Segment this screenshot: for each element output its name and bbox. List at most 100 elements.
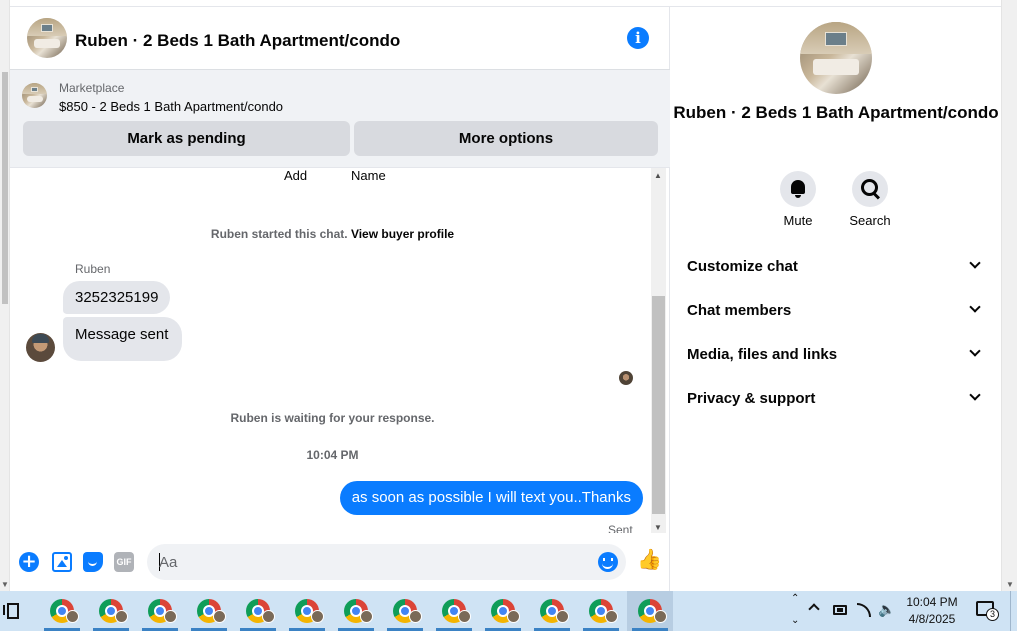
search-icon[interactable] — [852, 171, 888, 207]
scrollbar-thumb[interactable] — [652, 296, 665, 514]
show-desktop-button[interactable] — [1010, 591, 1017, 631]
taskbar-app-chrome[interactable] — [186, 591, 232, 631]
photo-icon[interactable] — [52, 552, 72, 572]
message-scrollbar[interactable]: ▲ ▼ — [651, 168, 666, 533]
profile-badge-icon — [556, 610, 569, 623]
taskbar-app-chrome[interactable] — [39, 591, 85, 631]
section-chat-members[interactable]: Chat members — [671, 289, 1001, 333]
panel-title: Ruben · 2 Beds 1 Bath Apartment/condo — [673, 103, 999, 122]
notification-count: 3 — [986, 608, 999, 621]
scroll-down-arrow-icon[interactable]: ▼ — [1, 580, 9, 589]
chevron-down-icon — [969, 345, 981, 357]
section-label: Customize chat — [687, 258, 798, 275]
profile-badge-icon — [409, 610, 422, 623]
bell-icon[interactable] — [780, 171, 816, 207]
profile-badge-icon — [507, 610, 520, 623]
taskbar-app-chrome[interactable] — [578, 591, 624, 631]
battery-icon[interactable] — [833, 605, 847, 615]
message-list: Add Name Ruben started this chat. View b… — [10, 168, 670, 533]
name-label[interactable]: Name — [351, 168, 386, 183]
chat-title[interactable]: Ruben · 2 Beds 1 Bath Apartment/condo — [75, 31, 400, 51]
scrollbar-thumb[interactable] — [2, 72, 8, 304]
chat-started-notice: Ruben started this chat. View buyer prof… — [10, 227, 655, 241]
scroll-up-arrow-icon[interactable]: ▲ — [654, 171, 662, 180]
chevron-down-icon[interactable]: ⌄ — [791, 615, 799, 626]
gif-icon[interactable]: GIF — [114, 552, 134, 572]
scroll-down-arrow-icon[interactable]: ▼ — [654, 523, 662, 532]
chevron-down-icon — [969, 389, 981, 401]
chat-panel: Ruben · 2 Beds 1 Bath Apartment/condo i … — [10, 7, 670, 591]
taskbar-clock[interactable]: 10:04 PM 4/8/2025 — [900, 594, 964, 628]
taskbar-app-chrome[interactable] — [431, 591, 477, 631]
chat-header: Ruben · 2 Beds 1 Bath Apartment/condo i — [10, 7, 670, 70]
search-button[interactable]: Search — [840, 171, 900, 228]
top-strip — [10, 0, 1001, 7]
outgoing-message[interactable]: as soon as possible I will text you..Tha… — [339, 481, 643, 515]
incoming-message[interactable]: 3252325199 — [63, 281, 171, 314]
taskbar-app-chrome[interactable] — [284, 591, 330, 631]
section-customize-chat[interactable]: Customize chat — [671, 245, 1001, 289]
chevron-up-icon[interactable]: ⌃ — [791, 593, 799, 604]
section-label: Media, files and links — [687, 346, 838, 363]
section-media-files-links[interactable]: Media, files and links — [671, 333, 1001, 377]
profile-badge-icon — [213, 610, 226, 623]
clock-date: 4/8/2025 — [908, 612, 956, 626]
info-icon[interactable]: i — [627, 27, 649, 49]
composer: + GIF 👍 — [10, 533, 670, 591]
listing-title[interactable]: $850 - 2 Beds 1 Bath Apartment/condo — [59, 99, 283, 114]
show-hidden-icons-icon[interactable] — [808, 603, 820, 615]
sender-name: Ruben — [75, 262, 111, 276]
message-input[interactable] — [159, 544, 579, 580]
section-label: Privacy & support — [687, 390, 816, 407]
clock-time: 10:04 PM — [906, 595, 958, 609]
page-scrollbar-left[interactable]: ▼ — [0, 0, 10, 591]
sticker-icon[interactable] — [83, 552, 103, 572]
scroll-down-arrow-icon[interactable]: ▼ — [1006, 580, 1014, 589]
taskbar-app-chrome[interactable] — [137, 591, 183, 631]
task-view-icon[interactable] — [3, 602, 19, 619]
search-label: Search — [849, 213, 891, 228]
listing-avatar-large[interactable] — [800, 22, 872, 94]
emoji-icon[interactable] — [598, 552, 618, 572]
taskbar-app-chrome[interactable] — [480, 591, 526, 631]
conversation-info-panel: Ruben · 2 Beds 1 Bath Apartment/condo Mu… — [671, 7, 1001, 591]
taskbar-app-chrome[interactable] — [382, 591, 428, 631]
timestamp-separator: 10:04 PM — [306, 448, 359, 462]
profile-badge-icon — [458, 610, 471, 623]
add-label[interactable]: Add — [284, 168, 307, 183]
listing-avatar[interactable] — [27, 18, 67, 58]
taskbar-app-chrome[interactable] — [333, 591, 379, 631]
profile-badge-icon — [311, 610, 324, 623]
taskbar-app-chrome[interactable] — [627, 591, 673, 631]
chevron-down-icon — [969, 301, 981, 313]
chevron-down-icon — [969, 257, 981, 269]
marketplace-banner: Marketplace $850 - 2 Beds 1 Bath Apartme… — [10, 70, 670, 168]
message-status: Sent — [608, 523, 633, 533]
sender-avatar[interactable] — [26, 333, 55, 362]
notification-icon[interactable]: 3 — [976, 601, 999, 621]
section-privacy-support[interactable]: Privacy & support — [671, 377, 1001, 421]
network-icon[interactable] — [857, 603, 871, 617]
listing-thumbnail[interactable] — [22, 83, 47, 108]
message-input-box[interactable] — [147, 544, 626, 580]
page-scrollbar-right[interactable]: ▼ — [1001, 0, 1017, 591]
volume-icon[interactable]: 🔈 — [878, 601, 895, 618]
mute-button[interactable]: Mute — [768, 171, 828, 228]
taskbar-app-chrome[interactable] — [88, 591, 134, 631]
taskbar-app-chrome[interactable] — [235, 591, 281, 631]
profile-badge-icon — [654, 610, 667, 623]
more-options-button[interactable]: More options — [354, 121, 658, 156]
incoming-message[interactable]: Message sent — [63, 317, 183, 361]
thumbs-up-icon[interactable]: 👍 — [637, 549, 662, 571]
taskbar-scroll[interactable]: ⌃ ⌄ — [787, 591, 805, 631]
view-buyer-profile-link[interactable]: View buyer profile — [351, 227, 454, 241]
plus-icon[interactable]: + — [19, 552, 39, 572]
started-text: Ruben started this chat. — [210, 227, 348, 241]
profile-badge-icon — [262, 610, 275, 623]
read-receipt-avatar — [619, 371, 633, 385]
taskbar-app-chrome[interactable] — [529, 591, 575, 631]
profile-badge-icon — [66, 610, 79, 623]
messenger-window: ▼ Ruben · 2 Beds 1 Bath Apartment/condo … — [0, 0, 1017, 631]
mark-as-pending-button[interactable]: Mark as pending — [23, 121, 350, 156]
section-label: Chat members — [687, 302, 792, 319]
